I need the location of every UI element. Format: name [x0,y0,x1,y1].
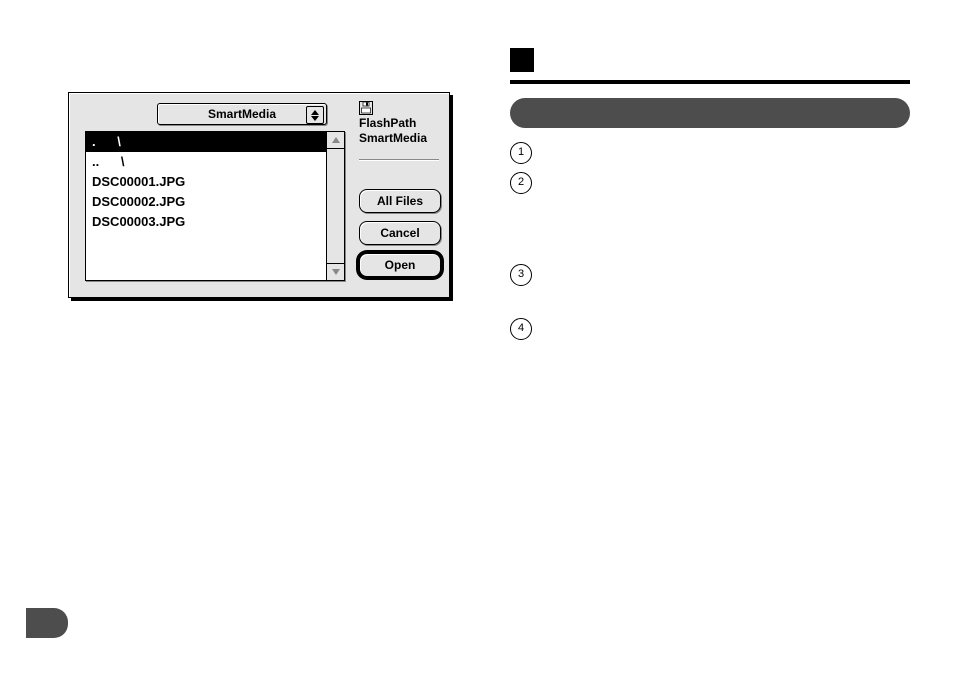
step-marker-1: 1 [510,142,532,164]
open-file-dialog: SmartMedia FlashPath SmartMedia [68,92,450,298]
scroll-down-button[interactable] [327,263,344,280]
volume-name-line2: SmartMedia [359,131,427,145]
list-item[interactable]: DSC00001.JPG [86,172,326,192]
dialog-divider [359,159,439,160]
all-files-button[interactable]: All Files [359,189,441,213]
scroll-up-button[interactable] [327,132,344,149]
triangle-down-icon [332,269,340,275]
volume-label: FlashPath SmartMedia [359,101,443,146]
file-list[interactable]: . \ .. \ DSC00001.JPG DSC00002.JPG DSC00… [85,131,327,281]
step-marker-2: 2 [510,172,532,194]
floppy-disk-icon [359,101,373,115]
cancel-button[interactable]: Cancel [359,221,441,245]
section-marker [510,48,534,72]
section-divider [510,80,910,84]
list-item[interactable]: .. \ [86,152,326,172]
folder-popup-arrows-icon [306,106,324,124]
open-button[interactable]: Open [359,253,441,277]
step-marker-4: 4 [510,318,532,340]
volume-name-line1: FlashPath [359,116,416,130]
steps-list: 1 2 3 4 [510,142,910,340]
step-marker-3: 3 [510,264,532,286]
list-item[interactable]: DSC00002.JPG [86,192,326,212]
list-item[interactable]: . \ [86,132,326,152]
triangle-up-icon [332,137,340,143]
section-title-bar [510,98,910,128]
file-list-scrollbar[interactable] [327,131,345,281]
folder-popup-label: SmartMedia [208,107,276,121]
page-number-tab [26,608,68,638]
folder-popup[interactable]: SmartMedia [157,103,327,125]
list-item[interactable]: DSC00003.JPG [86,212,326,232]
